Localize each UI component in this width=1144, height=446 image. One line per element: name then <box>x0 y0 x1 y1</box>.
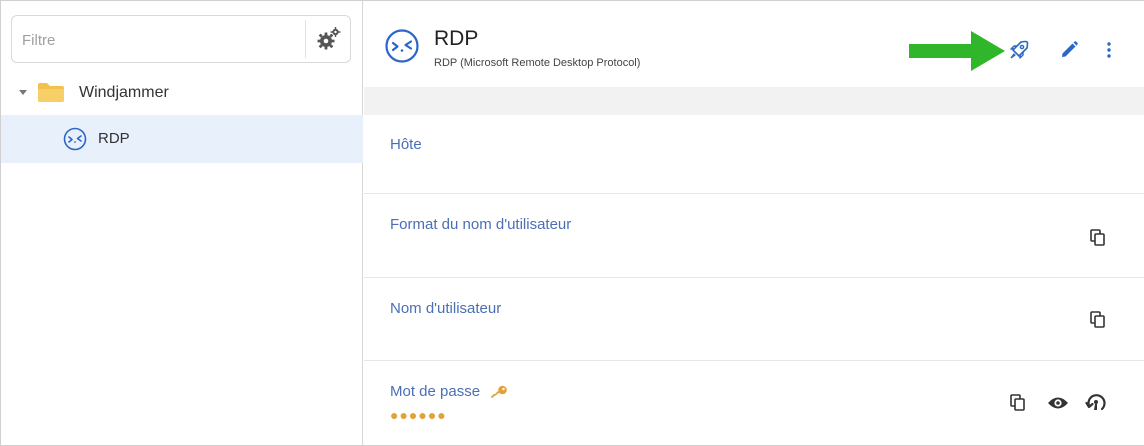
field-label-username-format: Format du nom d'utilisateur <box>390 216 572 233</box>
copy-username-button[interactable] <box>1084 306 1112 334</box>
filter-box <box>11 15 351 63</box>
copy-password-button[interactable] <box>1004 389 1032 417</box>
copy-icon <box>1010 394 1025 411</box>
field-label-password: Mot de passe <box>390 383 508 400</box>
folder-label: Windjammer <box>79 84 169 101</box>
filter-divider <box>305 20 306 58</box>
eye-icon <box>1048 397 1068 409</box>
copy-icon <box>1090 229 1105 246</box>
more-options-button[interactable] <box>1094 35 1124 65</box>
caret-down-icon[interactable] <box>19 90 27 95</box>
field-label-username: Nom d'utilisateur <box>390 300 502 317</box>
edit-button[interactable] <box>1054 35 1084 65</box>
rocket-icon <box>1010 40 1029 59</box>
tree-folder-windjammer[interactable]: Windjammer <box>1 73 363 113</box>
header-separator <box>364 87 1144 115</box>
app-window: Windjammer RDP RDP RDP (Microsoft Remote… <box>0 0 1144 446</box>
page-title: RDP <box>434 27 479 50</box>
field-username-format: Format du nom d'utilisateur <box>364 194 1144 278</box>
rdp-icon <box>385 29 419 63</box>
field-host: Hôte <box>364 115 1144 194</box>
password-tools-button[interactable] <box>1082 389 1110 417</box>
launch-button[interactable] <box>1004 35 1034 65</box>
filter-input[interactable] <box>22 28 292 52</box>
gears-icon <box>317 27 341 50</box>
green-arrow <box>909 31 1005 71</box>
entry-details-panel: RDP RDP (Microsoft Remote Desktop Protoc… <box>364 1 1144 445</box>
sidebar: Windjammer RDP <box>1 1 363 445</box>
password-refresh-icon <box>1085 394 1106 411</box>
entry-label: RDP <box>98 130 130 147</box>
folder-icon <box>38 83 64 102</box>
filter-settings-button[interactable] <box>312 24 346 54</box>
password-value[interactable]: ●●●●●● <box>390 407 447 423</box>
copy-icon <box>1090 311 1105 328</box>
more-vertical-icon <box>1107 42 1111 58</box>
field-password: Mot de passe ●●●●●● <box>364 361 1144 445</box>
field-label-password-text: Mot de passe <box>390 383 481 400</box>
key-icon <box>491 385 508 399</box>
tree-entry-rdp[interactable]: RDP <box>1 115 363 163</box>
copy-username-format-button[interactable] <box>1084 224 1112 252</box>
rdp-icon <box>63 127 87 151</box>
entry-header: RDP RDP (Microsoft Remote Desktop Protoc… <box>364 1 1144 87</box>
pencil-icon <box>1062 41 1078 57</box>
field-username: Nom d'utilisateur <box>364 278 1144 361</box>
page-subtitle: RDP (Microsoft Remote Desktop Protocol) <box>434 57 641 69</box>
field-label-host: Hôte <box>390 136 422 153</box>
show-password-button[interactable] <box>1044 389 1072 417</box>
